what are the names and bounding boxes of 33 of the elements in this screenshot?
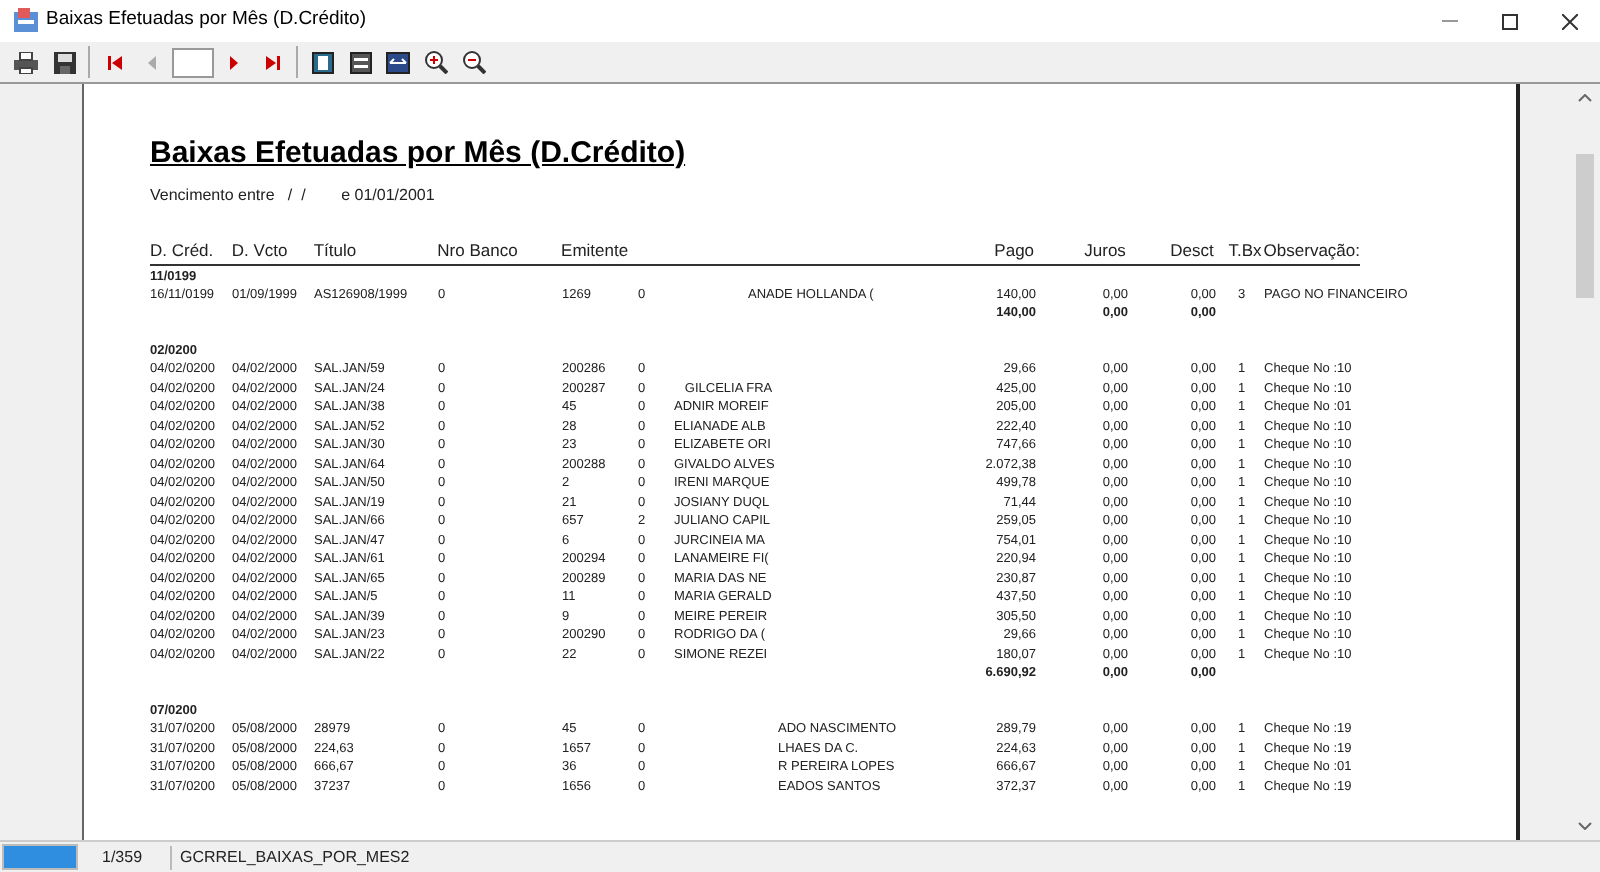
page-number-field[interactable] xyxy=(172,47,214,77)
scroll-up-icon xyxy=(1578,94,1592,102)
first-page-icon xyxy=(107,55,121,69)
column-header: Nro Banco xyxy=(437,240,518,260)
triangle-left-icon xyxy=(148,55,156,69)
column-header: Emitente xyxy=(561,240,629,260)
zoom-in-icon xyxy=(424,50,448,74)
page-icon xyxy=(311,51,333,73)
column-header: Desct xyxy=(1170,240,1214,260)
window-title: Baixas Efetuadas por Mês (D.Crédito) xyxy=(46,6,366,35)
report-title: Baixas Efetuadas por Mês (D.Crédito) xyxy=(150,136,686,172)
page-counter: 1/359 xyxy=(78,845,172,869)
report-subtitle: Vencimento entre / / e 01/01/2001 xyxy=(150,184,435,208)
maximize-icon xyxy=(1502,13,1518,29)
column-header: Juros xyxy=(1084,240,1126,260)
app-icon xyxy=(12,8,40,34)
column-header: D. Créd. xyxy=(150,240,214,260)
column-header: D. Vcto xyxy=(231,240,288,260)
column-header: Observação: xyxy=(1263,240,1360,260)
page-width-icon xyxy=(349,51,371,73)
column-header: Título xyxy=(313,240,357,260)
printer-icon xyxy=(14,51,38,73)
column-header: Pago xyxy=(994,240,1035,260)
column-header: T.Bx xyxy=(1228,240,1262,260)
triangle-right-icon xyxy=(230,55,238,69)
scrollbar-thumb[interactable] xyxy=(1576,154,1594,298)
report-name: GCRREL_BAIXAS_POR_MES2 xyxy=(178,845,410,869)
zoom-out-icon xyxy=(462,50,486,74)
last-page-icon xyxy=(265,55,279,69)
scroll-down-icon xyxy=(1578,822,1592,830)
minimize-icon xyxy=(1442,20,1458,22)
close-icon xyxy=(1562,13,1578,29)
fit-page-icon xyxy=(386,51,410,73)
